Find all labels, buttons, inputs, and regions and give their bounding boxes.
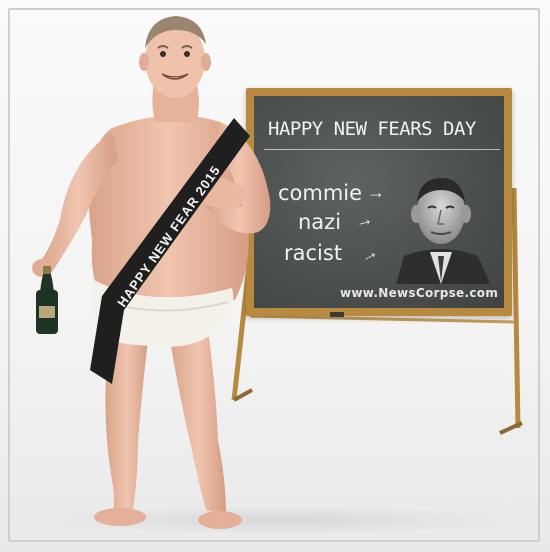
chalk-word-commie: commie [278, 181, 363, 205]
chalk-arrow-icon: → [355, 240, 382, 268]
chalkboard-surface: HAPPY NEW FEARS DAY commie nazi racist →… [254, 96, 504, 308]
watermark-url: www.NewsCorpse.com [340, 286, 499, 300]
image-canvas: HAPPY NEW FEARS DAY commie nazi racist →… [0, 0, 550, 552]
chalk-underline [264, 149, 500, 150]
eraser [330, 312, 344, 317]
chalk-word-racist: racist [284, 241, 343, 265]
right-foot [198, 511, 242, 529]
chalkboard-title: HAPPY NEW FEARS DAY [268, 118, 476, 140]
man-figure: HAPPY NEW FEAR 2015 [32, 16, 271, 529]
chalk-arrow-icon: → [367, 182, 385, 202]
right-leg [170, 330, 226, 515]
chalk-word-nazi: nazi [298, 210, 342, 234]
chalk-portrait [396, 178, 490, 284]
chalk-arrow-icon: → [352, 208, 376, 233]
left-foot [94, 508, 146, 526]
